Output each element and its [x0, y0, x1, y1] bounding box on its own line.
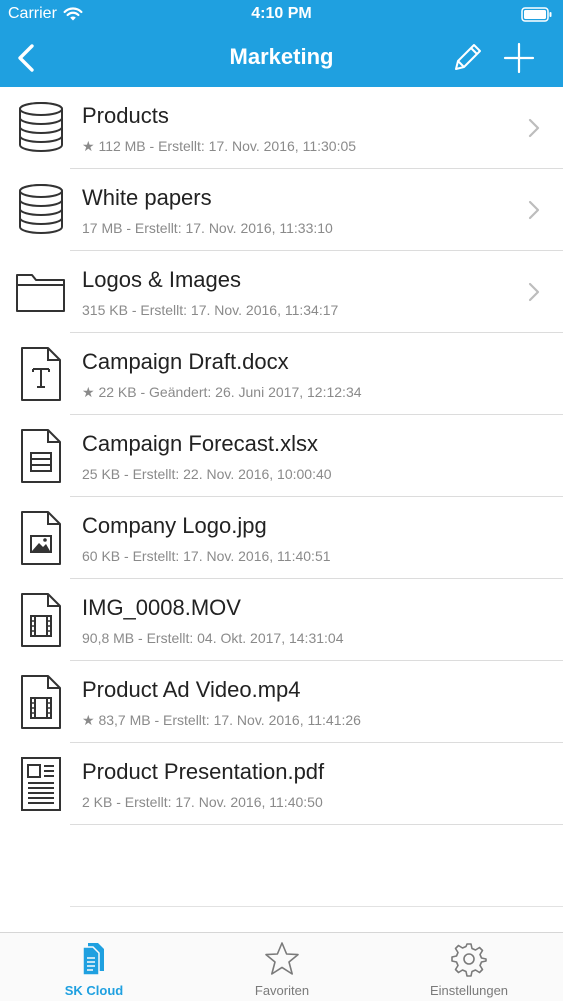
- cloud-documents-icon: [82, 943, 104, 976]
- list-item[interactable]: Company Logo.jpg 60 KB - Erstellt: 17. N…: [0, 497, 563, 579]
- tab-einstellungen[interactable]: Einstellungen: [375, 933, 563, 1001]
- list-item[interactable]: IMG_0008.MOV 90,8 MB - Erstellt: 04. Okt…: [0, 579, 563, 661]
- chevron-right-icon: [528, 200, 540, 220]
- item-meta: ★ 83,7 MB - Erstellt: 17. Nov. 2016, 11:…: [82, 712, 361, 728]
- list-item[interactable]: White papers 17 MB - Erstellt: 17. Nov. …: [0, 169, 563, 251]
- image-file-icon: [21, 511, 61, 565]
- separator: [70, 906, 563, 907]
- star-icon: [265, 942, 299, 975]
- list-item[interactable]: Product Ad Video.mp4 ★ 83,7 MB - Erstell…: [0, 661, 563, 743]
- separator: [70, 824, 563, 825]
- status-time: 4:10 PM: [251, 5, 312, 22]
- item-title: Logos & Images: [82, 267, 241, 292]
- chevron-right-icon: [528, 118, 540, 138]
- tab-label: Favoriten: [254, 983, 310, 998]
- item-title: Campaign Draft.docx: [82, 349, 289, 374]
- video-file-icon: [21, 593, 61, 647]
- pdf-document-icon: [21, 757, 61, 811]
- text-document-icon: [21, 347, 61, 401]
- pencil-icon[interactable]: [450, 41, 484, 75]
- item-title: Products: [82, 103, 169, 128]
- top-bar: Carrier 4:10 PM Marketing: [0, 0, 563, 87]
- chevron-right-icon: [528, 282, 540, 302]
- item-title: IMG_0008.MOV: [82, 595, 241, 620]
- item-meta: 17 MB - Erstellt: 17. Nov. 2016, 11:33:1…: [82, 220, 333, 236]
- item-meta: 2 KB - Erstellt: 17. Nov. 2016, 11:40:50: [82, 794, 323, 810]
- gear-icon: [451, 943, 487, 977]
- list-item[interactable]: Products ★ 112 MB - Erstellt: 17. Nov. 2…: [0, 87, 563, 169]
- list-item[interactable]: Campaign Forecast.xlsx 25 KB - Erstellt:…: [0, 415, 563, 497]
- file-list: Products ★ 112 MB - Erstellt: 17. Nov. 2…: [0, 87, 563, 825]
- battery-icon: [521, 7, 552, 22]
- navigation-bar: Marketing: [0, 30, 563, 87]
- tab-bar: SK Cloud Favoriten Einstellungen: [0, 932, 563, 1001]
- database-icon: [19, 184, 63, 234]
- database-icon: [19, 102, 63, 152]
- item-meta: ★ 112 MB - Erstellt: 17. Nov. 2016, 11:3…: [82, 138, 357, 154]
- item-meta: 60 KB - Erstellt: 17. Nov. 2016, 11:40:5…: [82, 548, 331, 564]
- item-title: Campaign Forecast.xlsx: [82, 431, 318, 456]
- list-item[interactable]: Logos & Images 315 KB - Erstellt: 17. No…: [0, 251, 563, 333]
- spreadsheet-icon: [21, 429, 61, 483]
- item-title: Product Presentation.pdf: [82, 759, 325, 784]
- status-bar: Carrier 4:10 PM: [0, 0, 563, 30]
- item-meta: 315 KB - Erstellt: 17. Nov. 2016, 11:34:…: [82, 302, 339, 318]
- item-title: Product Ad Video.mp4: [82, 677, 301, 702]
- tab-label: Einstellungen: [429, 983, 509, 998]
- item-meta: 25 KB - Erstellt: 22. Nov. 2016, 10:00:4…: [82, 466, 332, 482]
- tab-sk-cloud[interactable]: SK Cloud: [0, 933, 188, 1001]
- item-meta: 90,8 MB - Erstellt: 04. Okt. 2017, 14:31…: [82, 630, 344, 646]
- tab-favoriten[interactable]: Favoriten: [188, 933, 376, 1001]
- list-item[interactable]: Campaign Draft.docx ★ 22 KB - Geändert: …: [0, 333, 563, 415]
- folder-icon: [16, 274, 65, 312]
- item-title: Company Logo.jpg: [82, 513, 267, 538]
- item-meta: ★ 22 KB - Geändert: 26. Juni 2017, 12:12…: [82, 384, 362, 400]
- list-item[interactable]: Product Presentation.pdf 2 KB - Erstellt…: [0, 743, 563, 825]
- video-file-icon: [21, 675, 61, 729]
- tab-label: SK Cloud: [64, 983, 124, 998]
- item-title: White papers: [82, 185, 212, 210]
- plus-icon[interactable]: [502, 41, 536, 75]
